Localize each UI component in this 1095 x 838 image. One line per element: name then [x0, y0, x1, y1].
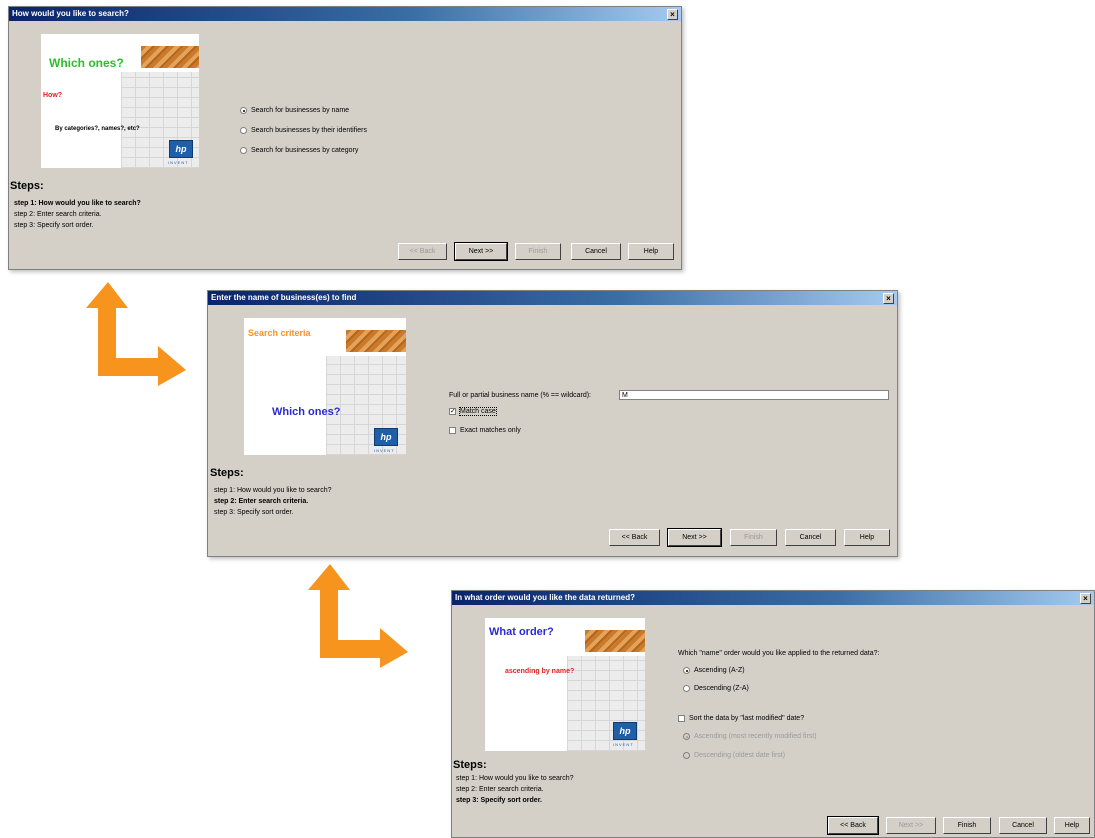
dialog-search-criteria: Enter the name of business(es) to find ×… — [207, 290, 898, 557]
sort-modified-checkbox[interactable]: Sort the data by "last modified" date? — [678, 715, 804, 722]
dialog-sort-order: In what order would you like the data re… — [451, 590, 1095, 838]
wood-image — [141, 46, 199, 68]
business-name-input[interactable]: M — [619, 390, 889, 400]
step-2: step 2: Enter search criteria. — [14, 211, 102, 218]
step-1: step 1: How would you like to search? — [214, 487, 332, 494]
art-text-ascending: ascending by name? — [505, 668, 575, 675]
hp-logo-icon: hp — [374, 428, 398, 446]
checkbox-icon — [449, 427, 456, 434]
cancel-button[interactable]: Cancel — [571, 243, 621, 260]
art-text-criteria: Search criteria — [248, 328, 311, 338]
checkbox-icon — [678, 715, 685, 722]
step-1: step 1: How would you like to search? — [14, 200, 141, 207]
help-button[interactable]: Help — [1054, 817, 1090, 834]
option-label: Ascending (most recently modified first) — [694, 733, 817, 740]
step-2: step 2: Enter search criteria. — [456, 786, 544, 793]
title-bar: How would you like to search? × — [9, 7, 681, 21]
exact-match-label: Exact matches only — [460, 427, 521, 434]
art-text-categories: By categories?, names?, etc? — [55, 126, 140, 132]
option-by-name[interactable]: Search for businesses by name — [240, 107, 349, 114]
steps-heading: Steps: — [210, 467, 244, 479]
cancel-button[interactable]: Cancel — [999, 817, 1047, 834]
business-name-label: Full or partial business name (% == wild… — [449, 392, 592, 399]
step-1: step 1: How would you like to search? — [456, 775, 574, 782]
wood-image — [585, 630, 645, 652]
option-label: Descending (oldest date first) — [694, 752, 786, 759]
close-icon[interactable]: × — [1080, 593, 1091, 604]
radio-icon — [683, 685, 690, 692]
option-label: Search for businesses by category — [251, 147, 359, 154]
invent-text: INVENT — [168, 160, 189, 165]
art-text-which: Which ones? — [49, 56, 124, 70]
help-button[interactable]: Help — [628, 243, 674, 260]
dialog-search-type: How would you like to search? × Which on… — [8, 6, 682, 270]
finish-button[interactable]: Finish — [515, 243, 561, 260]
option-label: Search businesses by their identifiers — [251, 127, 367, 134]
order-question-label: Which "name" order would you like applie… — [678, 650, 880, 657]
back-button[interactable]: << Back — [398, 243, 447, 260]
step-2: step 2: Enter search criteria. — [214, 498, 309, 505]
sort-modified-label: Sort the data by "last modified" date? — [689, 715, 805, 722]
radio-icon — [240, 147, 247, 154]
back-button[interactable]: << Back — [609, 529, 660, 546]
flow-arrow-icon — [308, 564, 408, 668]
radio-icon — [240, 127, 247, 134]
back-button[interactable]: << Back — [827, 816, 879, 835]
next-button[interactable]: Next >> — [454, 242, 508, 261]
dialog-title: In what order would you like the data re… — [455, 593, 636, 602]
match-case-label: Match case — [459, 407, 497, 416]
radio-icon — [683, 752, 690, 759]
finish-button[interactable]: Finish — [730, 529, 777, 546]
close-icon[interactable]: × — [667, 9, 678, 20]
art-text-order: What order? — [489, 626, 554, 638]
hp-logo-icon: hp — [613, 722, 637, 740]
wood-image — [346, 330, 406, 352]
option-label: Ascending (A-Z) — [694, 667, 745, 674]
option-by-identifiers[interactable]: Search businesses by their identifiers — [240, 127, 367, 134]
option-label: Search for businesses by name — [251, 107, 350, 114]
help-button[interactable]: Help — [844, 529, 890, 546]
flow-arrow-icon — [86, 282, 186, 386]
checkbox-checked-icon: ✓ — [449, 408, 456, 415]
option-by-category[interactable]: Search for businesses by category — [240, 147, 358, 154]
title-bar: Enter the name of business(es) to find × — [208, 291, 897, 305]
option-date-ascending[interactable]: Ascending (most recently modified first) — [683, 733, 817, 740]
step-3: step 3: Specify sort order. — [14, 222, 94, 229]
close-icon[interactable]: × — [883, 293, 894, 304]
art-text-how: How? — [43, 92, 63, 99]
wizard-illustration: What order? ascending by name? hp INVENT — [485, 618, 645, 751]
step-3: step 3: Specify sort order. — [214, 509, 294, 516]
cancel-button[interactable]: Cancel — [785, 529, 836, 546]
next-button[interactable]: Next >> — [667, 528, 722, 547]
steps-heading: Steps: — [453, 759, 487, 771]
next-button[interactable]: Next >> — [886, 817, 936, 834]
hp-logo-icon: hp — [169, 140, 193, 158]
title-bar: In what order would you like the data re… — [452, 591, 1094, 605]
exact-match-checkbox[interactable]: Exact matches only — [449, 427, 521, 434]
option-ascending[interactable]: Ascending (A-Z) — [683, 667, 745, 674]
wizard-illustration: Search criteria Which ones? hp INVENT — [244, 318, 406, 455]
invent-text: INVENT — [374, 448, 395, 453]
dialog-title: Enter the name of business(es) to find — [211, 293, 357, 302]
dialog-title: How would you like to search? — [12, 9, 129, 18]
finish-button[interactable]: Finish — [943, 817, 991, 834]
step-3: step 3: Specify sort order. — [456, 797, 542, 804]
option-date-descending[interactable]: Descending (oldest date first) — [683, 752, 785, 759]
match-case-checkbox[interactable]: ✓ Match case — [449, 407, 497, 416]
steps-heading: Steps: — [10, 180, 44, 192]
option-descending[interactable]: Descending (Z-A) — [683, 685, 749, 692]
radio-icon — [240, 107, 247, 114]
option-label: Descending (Z-A) — [694, 685, 749, 692]
invent-text: INVENT — [613, 742, 634, 747]
radio-icon — [683, 667, 690, 674]
wizard-illustration: Which ones? How? By categories?, names?,… — [41, 34, 199, 168]
art-text-which: Which ones? — [272, 406, 341, 418]
radio-icon — [683, 733, 690, 740]
